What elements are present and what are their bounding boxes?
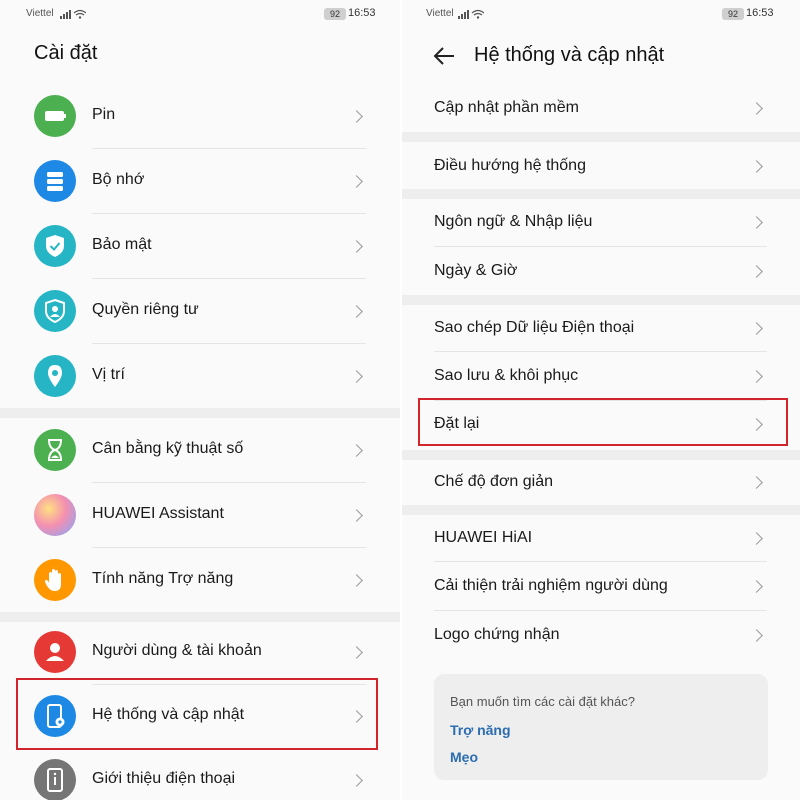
chevron-right-icon xyxy=(750,102,763,115)
suggestion-link-tips[interactable]: Mẹo xyxy=(450,749,478,765)
assistant-icon xyxy=(34,494,76,536)
status-bar: Viettel 92 16:53 xyxy=(402,0,800,28)
highlight-box xyxy=(16,678,378,750)
location-pin-icon xyxy=(34,355,76,397)
settings-item-battery[interactable]: Pin xyxy=(0,84,400,148)
chevron-right-icon xyxy=(350,444,363,457)
settings-item-label: Người dùng & tài khoản xyxy=(92,642,262,659)
settings-item-about-phone[interactable]: Giới thiệu điện thoại xyxy=(0,748,400,800)
battery-icon xyxy=(34,95,76,137)
chevron-right-icon xyxy=(750,532,763,545)
settings-item-label: Sao lưu & khôi phục xyxy=(434,367,579,384)
settings-item-label: Tính năng Trợ năng xyxy=(92,570,234,587)
settings-item-label: Bộ nhớ xyxy=(92,171,145,188)
settings-item-label: Quyền riêng tư xyxy=(92,301,199,318)
battery-level: 92 xyxy=(324,8,346,20)
settings-item-privacy[interactable]: Quyền riêng tư xyxy=(0,279,400,343)
settings-item-digital-balance[interactable]: Cân bằng kỹ thuật số xyxy=(0,418,400,482)
suggestion-link-accessibility[interactable]: Trợ năng xyxy=(450,722,511,738)
chevron-right-icon xyxy=(750,160,763,173)
group-separator xyxy=(0,408,400,418)
phone-info-icon xyxy=(34,759,76,800)
signal-wifi-icon xyxy=(458,9,484,19)
settings-item-user-experience[interactable]: Cải thiện trải nghiệm người dùng xyxy=(402,562,800,610)
settings-item-label: Ngôn ngữ & Nhập liệu xyxy=(434,213,593,230)
chevron-right-icon xyxy=(750,370,763,383)
settings-item-date-time[interactable]: Ngày & Giờ xyxy=(402,247,800,295)
settings-item-system-navigation[interactable]: Điều hướng hệ thống xyxy=(402,142,800,190)
status-bar: Viettel 92 16:53 xyxy=(0,0,400,28)
chevron-right-icon xyxy=(350,110,363,123)
chevron-right-icon xyxy=(350,646,363,659)
settings-item-label: HUAWEI Assistant xyxy=(92,505,224,522)
settings-item-label: Cải thiện trải nghiệm người dùng xyxy=(434,577,668,594)
suggestions-question: Bạn muốn tìm các cài đặt khác? xyxy=(450,694,635,709)
chevron-right-icon xyxy=(350,509,363,522)
settings-item-security[interactable]: Bảo mật xyxy=(0,214,400,278)
page-title: Hệ thống và cập nhật xyxy=(474,44,665,66)
chevron-right-icon xyxy=(350,574,363,587)
page-title: Cài đặt xyxy=(34,42,98,64)
settings-item-label: Sao chép Dữ liệu Điện thoại xyxy=(434,319,635,336)
privacy-icon xyxy=(34,290,76,332)
group-separator xyxy=(402,132,800,142)
storage-icon xyxy=(34,160,76,202)
settings-item-label: Logo chứng nhận xyxy=(434,626,560,643)
settings-item-label: Pin xyxy=(92,106,116,123)
chevron-right-icon xyxy=(750,265,763,278)
battery-level: 92 xyxy=(722,8,744,20)
settings-item-label: HUAWEI HiAI xyxy=(434,529,533,546)
hourglass-icon xyxy=(34,429,76,471)
settings-item-storage[interactable]: Bộ nhớ xyxy=(0,149,400,213)
settings-item-location[interactable]: Vị trí xyxy=(0,344,400,408)
hand-icon xyxy=(34,559,76,601)
chevron-right-icon xyxy=(350,305,363,318)
chevron-right-icon xyxy=(350,240,363,253)
settings-item-simple-mode[interactable]: Chế độ đơn giản xyxy=(402,458,800,506)
settings-item-huawei-assistant[interactable]: HUAWEI Assistant xyxy=(0,483,400,547)
settings-item-label: Chế độ đơn giản xyxy=(434,473,554,490)
chevron-right-icon xyxy=(350,370,363,383)
settings-item-label: Cập nhật phần mềm xyxy=(434,99,579,116)
settings-item-users-accounts[interactable]: Người dùng & tài khoản xyxy=(0,620,400,684)
carrier-name: Viettel xyxy=(26,8,54,19)
settings-item-software-update[interactable]: Cập nhật phần mềm xyxy=(402,84,800,132)
user-icon xyxy=(34,631,76,673)
settings-item-language-input[interactable]: Ngôn ngữ & Nhập liệu xyxy=(402,198,800,246)
settings-item-label: Cân bằng kỹ thuật số xyxy=(92,440,244,457)
clock: 16:53 xyxy=(348,7,376,19)
chevron-right-icon xyxy=(750,322,763,335)
system-update-screen: Viettel 92 16:53 Hệ thống và cập nhật Cậ… xyxy=(402,0,800,800)
chevron-right-icon xyxy=(750,580,763,593)
chevron-right-icon xyxy=(350,175,363,188)
chevron-right-icon xyxy=(750,476,763,489)
settings-item-label: Điều hướng hệ thống xyxy=(434,157,586,174)
settings-item-label: Vị trí xyxy=(92,366,125,383)
carrier-name: Viettel xyxy=(426,8,454,19)
settings-item-label: Bảo mật xyxy=(92,236,152,253)
chevron-right-icon xyxy=(350,774,363,787)
clock: 16:53 xyxy=(746,7,774,19)
settings-item-huawei-hiai[interactable]: HUAWEI HiAI xyxy=(402,514,800,562)
settings-item-label: Giới thiệu điện thoại xyxy=(92,770,236,787)
settings-item-certification-logos[interactable]: Logo chứng nhận xyxy=(402,611,800,659)
suggestions-card: Bạn muốn tìm các cài đặt khác? Trợ năng … xyxy=(434,674,768,780)
settings-item-backup-restore[interactable]: Sao lưu & khôi phục xyxy=(402,352,800,400)
back-arrow-icon[interactable] xyxy=(432,44,456,68)
settings-item-label: Ngày & Giờ xyxy=(434,262,518,279)
chevron-right-icon xyxy=(750,216,763,229)
settings-item-phone-clone[interactable]: Sao chép Dữ liệu Điện thoại xyxy=(402,304,800,352)
shield-check-icon xyxy=(34,225,76,267)
highlight-box xyxy=(418,398,788,446)
chevron-right-icon xyxy=(750,629,763,642)
settings-item-accessibility[interactable]: Tính năng Trợ năng xyxy=(0,548,400,612)
settings-screen: Viettel 92 16:53 Cài đặt Pin Bộ nhớ Bảo … xyxy=(0,0,400,800)
signal-wifi-icon xyxy=(60,9,86,19)
